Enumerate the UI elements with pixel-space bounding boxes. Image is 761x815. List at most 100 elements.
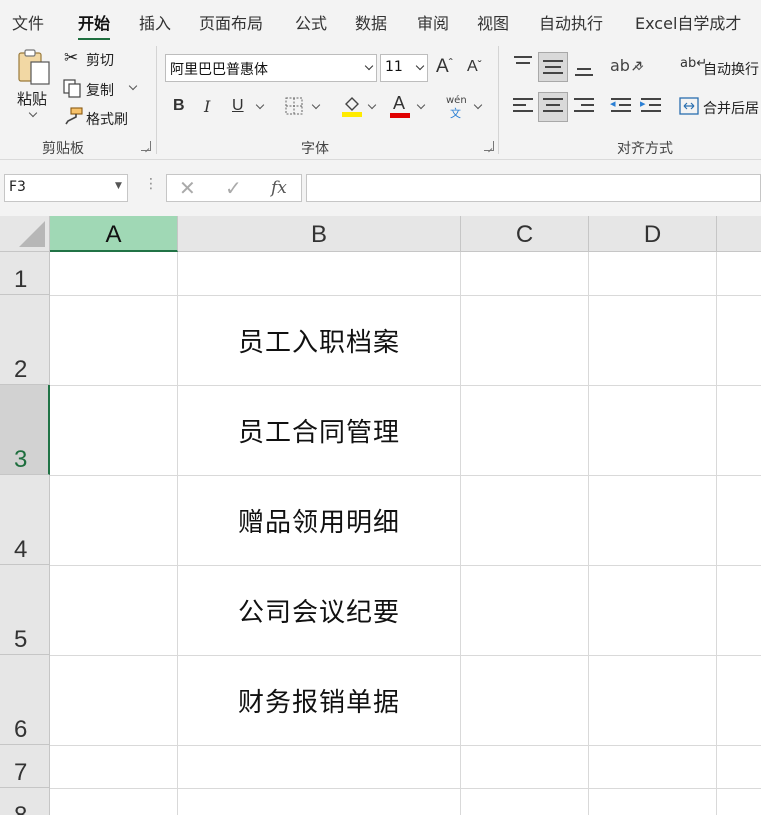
tab-automate[interactable]: 自动执行 [539,10,603,34]
tab-excel-self-study[interactable]: Excel自学成才 [635,10,741,34]
row-number: 8 [14,802,27,815]
paste-button[interactable]: 粘贴 [17,88,47,109]
tab-review[interactable]: 审阅 [417,10,449,34]
row-header-1[interactable]: 1 [0,252,50,295]
row-number: 3 [14,446,28,473]
shrink-letter: A [467,58,478,75]
align-middle-icon[interactable] [542,54,564,80]
more-options-icon[interactable]: ⋮ [144,176,158,192]
tab-data[interactable]: 数据 [355,10,387,34]
cut-button[interactable]: 剪切 [86,50,114,70]
name-box[interactable]: F3 ▼ [4,174,128,202]
chevron-down-icon[interactable] [128,81,138,91]
cell-b5[interactable]: 公司会议纪要 [178,592,460,629]
row-number: 6 [14,716,28,743]
tab-file[interactable]: 文件 [12,10,44,34]
align-left-icon[interactable] [512,96,534,118]
phonetic-guide-icon[interactable]: wén 文 [446,95,468,121]
chevron-down-icon[interactable] [28,108,38,118]
font-size-value: 11 [385,59,403,75]
cell-b2[interactable]: 员工入职档案 [178,322,460,359]
select-all-button[interactable] [0,216,50,252]
chevron-down-icon[interactable] [367,100,377,110]
row-header-8[interactable]: 8 [0,788,50,815]
row-header-6[interactable]: 6 [0,655,50,745]
font-size-select[interactable]: 11 [380,54,428,82]
column-header-b[interactable]: B [178,216,461,252]
column-header-d[interactable]: D [589,216,717,252]
align-bottom-icon[interactable] [573,54,595,80]
decrease-font-size-button[interactable]: Aˇ [467,58,482,76]
ribbon: 粘贴 ✂ 剪切 复制 格式刷 剪贴板 阿里巴巴普惠体 11 Aˆ Aˇ B I … [0,40,761,160]
caret-down-icon: ▼ [115,181,122,191]
font-color-letter: A [393,93,406,113]
wrap-text-button[interactable]: 自动换行 [703,59,759,79]
chevron-down-icon[interactable] [255,100,265,110]
row-header-3[interactable]: 3 [0,385,50,475]
column-header-a[interactable]: A [50,216,178,252]
row-number: 1 [14,266,28,293]
column-header-c[interactable]: C [461,216,589,252]
ribbon-tab-bar: 文件 开始 插入 页面布局 公式 数据 审阅 视图 自动执行 Excel自学成才 [0,0,761,41]
caret-down-icon: ˇ [477,58,482,72]
clipboard-group-label: 剪贴板 [42,141,84,157]
chevron-down-icon [364,61,374,71]
merge-center-button[interactable]: 合并后居 [703,98,759,118]
font-name-value: 阿里巴巴普惠体 [170,62,268,78]
formula-input[interactable] [306,174,761,202]
row-header-2[interactable]: 2 [0,295,50,385]
format-painter-button[interactable]: 格式刷 [86,109,128,129]
cell-b4[interactable]: 赠品领用明细 [178,502,460,539]
chevron-down-icon[interactable] [311,100,321,110]
chevron-down-icon [415,61,425,71]
copy-icon [62,78,82,98]
italic-button[interactable]: I [204,97,210,116]
copy-button[interactable]: 复制 [86,80,114,100]
alignment-group-label: 对齐方式 [617,141,673,157]
insert-function-button[interactable]: fx [271,178,287,198]
clipboard-dialog-launcher-icon[interactable] [141,141,151,151]
enter-icon[interactable]: ✓ [225,176,242,200]
row-header-4[interactable]: 4 [0,475,50,565]
borders-icon[interactable] [284,96,304,116]
merge-center-icon [679,96,699,116]
row-number: 5 [14,626,28,653]
cell-b3[interactable]: 员工合同管理 [178,412,460,449]
font-name-select[interactable]: 阿里巴巴普惠体 [165,54,377,82]
font-dialog-launcher-icon[interactable] [484,141,494,151]
scissors-icon: ✂ [64,48,79,68]
row-number: 4 [14,536,28,563]
phonetic-bottom: 文 [450,107,461,120]
column-header-e[interactable] [717,216,761,252]
cancel-icon[interactable]: ✕ [179,176,196,200]
decrease-indent-icon[interactable]: ◂ [610,96,632,118]
caret-up-icon: ˆ [448,56,453,70]
name-box-value: F3 [9,179,26,195]
formula-controls: ✕ ✓ fx [166,174,302,202]
paste-icon[interactable] [16,48,52,86]
align-right-icon[interactable] [573,96,595,118]
font-group-label: 字体 [301,141,329,157]
increase-font-size-button[interactable]: Aˆ [436,56,453,78]
align-top-icon[interactable] [512,54,534,76]
worksheet-grid[interactable]: A B C D 1 2 3 4 5 6 7 8 员工入职档案 员工合同管理 赠品… [0,216,761,815]
fill-color-icon[interactable] [341,94,363,118]
format-painter-icon [62,106,84,126]
tab-page-layout[interactable]: 页面布局 [199,10,263,34]
formula-bar: F3 ▼ ⋮ ✕ ✓ fx [0,160,761,216]
tab-home[interactable]: 开始 [78,10,111,41]
align-center-icon[interactable] [542,96,564,118]
tab-insert[interactable]: 插入 [139,10,171,34]
underline-button[interactable]: U [232,97,244,115]
increase-indent-icon[interactable]: ▸ [640,96,662,118]
row-number: 7 [14,759,28,786]
cell-b6[interactable]: 财务报销单据 [178,682,460,719]
bold-button[interactable]: B [173,97,185,115]
row-header-7[interactable]: 7 [0,745,50,788]
row-header-5[interactable]: 5 [0,565,50,655]
tab-formulas[interactable]: 公式 [295,10,327,34]
chevron-down-icon[interactable] [473,100,483,110]
tab-view[interactable]: 视图 [477,10,509,34]
chevron-down-icon[interactable] [416,100,426,110]
font-color-icon[interactable]: A [390,93,412,119]
